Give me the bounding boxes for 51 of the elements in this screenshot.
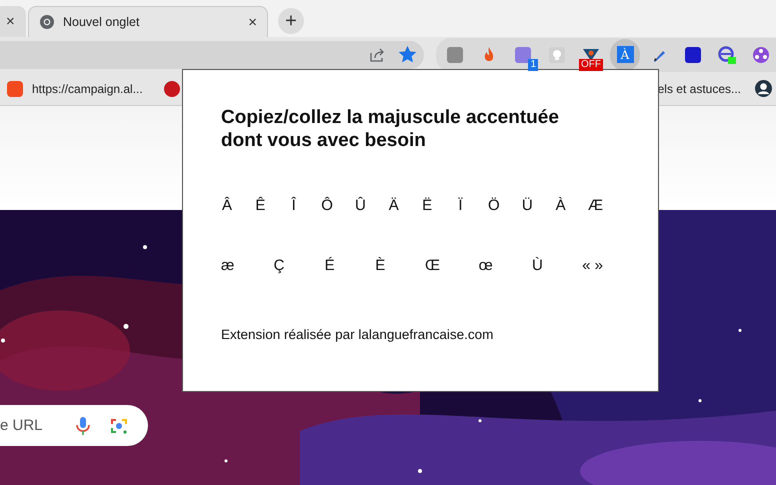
- favicon-icon: [7, 80, 23, 96]
- accented-letter[interactable]: Î: [288, 197, 300, 214]
- accented-letter[interactable]: æ: [221, 257, 234, 274]
- search-placeholder: e URL: [0, 417, 44, 434]
- extension-button[interactable]: À: [610, 38, 640, 70]
- extension-icon: À: [616, 46, 634, 63]
- accented-letter[interactable]: Ö: [488, 197, 500, 214]
- accented-letter[interactable]: Ê: [254, 197, 266, 214]
- new-tab-button[interactable]: +: [278, 8, 304, 34]
- accented-letter[interactable]: œ: [478, 257, 493, 274]
- browser-tab[interactable]: ×: [0, 6, 26, 37]
- close-icon[interactable]: ×: [248, 14, 257, 30]
- bookmark[interactable]: https://campaign.al...: [3, 78, 184, 98]
- extension-button[interactable]: OFF: [576, 38, 606, 70]
- accented-letter[interactable]: « »: [582, 257, 603, 274]
- accented-letter[interactable]: Ù: [531, 257, 544, 274]
- browser-tab[interactable]: Nouvel onglet ×: [28, 6, 268, 37]
- accented-letter[interactable]: Ä: [388, 197, 400, 214]
- accented-letter[interactable]: Ï: [454, 197, 467, 214]
- accented-letter[interactable]: Û: [354, 197, 366, 214]
- avatar-icon[interactable]: [755, 80, 772, 97]
- badge: 1: [528, 58, 538, 70]
- chrome-icon: [39, 14, 55, 30]
- tab-title: Nouvel onglet: [63, 15, 140, 29]
- dots-icon: [753, 46, 769, 62]
- accented-letter[interactable]: Ô: [321, 197, 334, 214]
- accented-letter[interactable]: Â: [221, 197, 233, 214]
- accented-letter[interactable]: Œ: [424, 257, 440, 274]
- credit-text: Extension réalisée par lalanguefrancaise.com: [221, 327, 494, 342]
- badge: OFF: [579, 58, 603, 70]
- accented-letter[interactable]: Ç: [273, 257, 285, 274]
- star-icon[interactable]: [399, 46, 416, 63]
- ring-icon: [718, 46, 736, 64]
- extension-button[interactable]: 1: [508, 38, 538, 70]
- accented-letter[interactable]: É: [324, 257, 336, 274]
- bulb-icon: [549, 46, 565, 62]
- extension-icon: [685, 46, 701, 62]
- accented-letter[interactable]: È: [374, 257, 386, 274]
- share-icon[interactable]: [369, 46, 385, 62]
- flame-icon: [482, 46, 496, 64]
- accented-letter[interactable]: À: [554, 197, 567, 214]
- extension-icon: [447, 46, 463, 62]
- accented-letter[interactable]: Æ: [588, 197, 603, 214]
- close-icon[interactable]: ×: [6, 13, 15, 30]
- popup-heading: Copiez/collez la majuscule accentuée dont vous avec besoin: [221, 106, 560, 152]
- accented-letter[interactable]: Ü: [521, 197, 534, 214]
- camera-icon[interactable]: [110, 416, 128, 434]
- extension-icon: [515, 46, 531, 62]
- microphone-icon[interactable]: [76, 416, 90, 436]
- search-field[interactable]: e URL: [0, 405, 148, 446]
- accented-letter[interactable]: Ë: [421, 197, 434, 214]
